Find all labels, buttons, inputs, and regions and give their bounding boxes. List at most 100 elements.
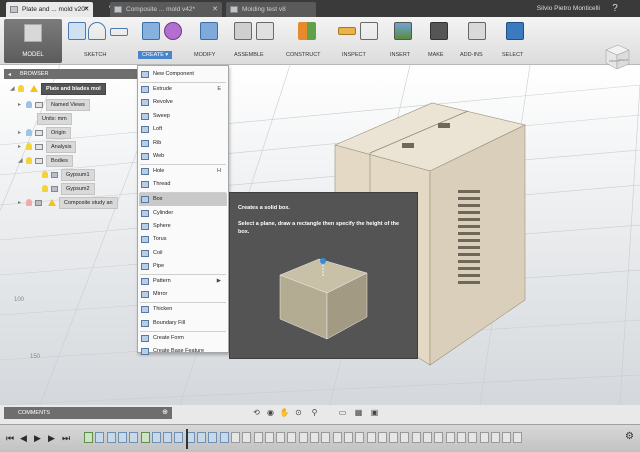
timeline-feature[interactable] (468, 432, 478, 443)
offset-plane-icon[interactable] (298, 22, 316, 40)
inspect-group[interactable]: INSPECT (336, 19, 384, 64)
play-icon[interactable]: ▶ (34, 432, 41, 445)
visibility-icon[interactable] (42, 171, 48, 179)
add-ins-group[interactable]: ADD-INS (460, 19, 500, 64)
timeline-feature[interactable] (490, 432, 500, 443)
browser-item-units[interactable]: Units: mm (26, 113, 72, 125)
browser-item-bodies[interactable]: ◢ Bodies (18, 155, 73, 167)
timeline-feature[interactable] (411, 432, 421, 443)
menu-item-mirror[interactable]: Mirror (139, 288, 227, 301)
close-tab-icon[interactable]: ✕ (212, 2, 218, 17)
zoom-window-icon[interactable]: ⚲ (308, 406, 321, 420)
menu-item-create-form[interactable]: Create Form (139, 332, 227, 345)
browser-item-origin[interactable]: ▸ Origin (18, 127, 71, 139)
workspace-switcher[interactable]: MODEL (4, 19, 62, 63)
timeline-feature[interactable] (298, 432, 308, 443)
timeline-feature[interactable] (276, 432, 286, 443)
timeline-feature[interactable] (230, 432, 240, 443)
arc-icon[interactable] (88, 22, 106, 40)
timeline-feature[interactable] (502, 432, 512, 443)
visibility-icon[interactable] (42, 185, 48, 193)
section-analysis-icon[interactable] (360, 22, 378, 40)
timeline-feature[interactable] (264, 432, 274, 443)
timeline-feature[interactable] (219, 432, 229, 443)
create-group[interactable]: CREATE ▾ (136, 19, 188, 64)
select-arrow-icon[interactable] (506, 22, 524, 40)
close-tab-icon[interactable]: ✕ (84, 2, 90, 17)
menu-item-new-component[interactable]: New Component (139, 68, 227, 81)
modify-group[interactable]: MODIFY (192, 19, 226, 64)
timeline-feature[interactable] (242, 432, 252, 443)
measure-icon[interactable] (338, 27, 356, 35)
joint-icon[interactable] (234, 22, 252, 40)
timeline-feature[interactable] (253, 432, 263, 443)
visibility-icon[interactable] (26, 143, 32, 151)
visibility-icon[interactable] (18, 85, 24, 93)
extrude-icon[interactable] (142, 22, 160, 40)
menu-item-thicken[interactable]: Thicken (139, 303, 227, 316)
menu-item-pipe[interactable]: Pipe (139, 260, 227, 273)
orbit-icon[interactable]: ⟲ (250, 406, 263, 420)
visibility-icon[interactable] (26, 199, 32, 207)
timeline-feature[interactable] (84, 432, 93, 443)
browser-root[interactable]: ◢ Plate and blades mol (10, 83, 106, 95)
go-to-end-icon[interactable]: ⏭ (62, 432, 70, 445)
timeline-feature[interactable] (343, 432, 353, 443)
tab-plate-and-mold[interactable]: Plate and ... mold v20* ✕ (6, 2, 94, 17)
go-to-start-icon[interactable]: ⏮ (6, 432, 14, 445)
timeline-feature[interactable] (423, 432, 432, 443)
menu-item-box[interactable]: Box (139, 193, 227, 207)
menu-item-thread[interactable]: Thread (139, 178, 227, 191)
menu-item-create-base-feature[interactable]: Create Base Feature (139, 345, 227, 358)
select-group[interactable]: SELECT (500, 19, 534, 64)
browser-item-composite-study[interactable]: ▸ Composite study an (18, 197, 118, 209)
timeline-feature[interactable] (174, 432, 184, 443)
menu-item-coil[interactable]: Coil (139, 247, 227, 260)
display-settings-icon[interactable]: ▭ (336, 406, 349, 420)
browser-item-analysis[interactable]: ▸ Analysis (18, 141, 77, 153)
pan-icon[interactable]: ✋ (278, 406, 291, 420)
browser-item-named-views[interactable]: ▸ Named Views (18, 99, 90, 111)
expand-icon[interactable]: ◢ (10, 84, 18, 94)
browser-item-gypsum2[interactable]: Gypsum2 (42, 183, 95, 195)
rigid-group-icon[interactable] (256, 22, 274, 40)
comments-panel[interactable]: COMMENTS ⊕ (4, 407, 172, 419)
sketch-icon[interactable] (68, 22, 86, 40)
timeline-feature[interactable] (456, 432, 466, 443)
visibility-icon[interactable] (26, 129, 32, 137)
timeline-feature[interactable] (400, 432, 410, 443)
timeline-feature[interactable] (321, 432, 331, 443)
menu-item-pattern[interactable]: Pattern ▶ (139, 275, 227, 288)
assemble-group[interactable]: ASSEMBLE (232, 19, 278, 64)
help-icon[interactable]: ? (608, 2, 622, 15)
timeline-feature[interactable] (95, 432, 105, 443)
timeline-feature[interactable] (208, 432, 218, 443)
menu-item-cylinder[interactable]: Cylinder (139, 207, 227, 220)
timeline-feature[interactable] (366, 432, 376, 443)
create-menu-button[interactable]: CREATE ▾ (138, 51, 173, 59)
timeline-feature[interactable] (151, 432, 161, 443)
construct-group[interactable]: CONSTRUCT (286, 19, 336, 64)
3d-print-icon[interactable] (430, 22, 448, 40)
step-back-icon[interactable]: ◀ (20, 432, 27, 445)
timeline-feature[interactable] (106, 432, 116, 443)
menu-item-web[interactable]: Web (139, 150, 227, 163)
timeline-feature[interactable] (310, 432, 319, 443)
timeline-marker[interactable] (186, 429, 188, 449)
timeline-feature[interactable] (129, 432, 139, 443)
rectangle-icon[interactable] (110, 28, 128, 36)
timeline-feature[interactable] (434, 432, 444, 443)
press-pull-icon[interactable] (200, 22, 218, 40)
scripts-icon[interactable] (468, 22, 486, 40)
timeline-feature[interactable] (163, 432, 173, 443)
timeline-feature[interactable] (287, 432, 297, 443)
timeline-feature[interactable] (355, 432, 365, 443)
timeline-feature[interactable] (332, 432, 342, 443)
insert-image-icon[interactable] (394, 22, 412, 40)
form-icon[interactable] (164, 22, 182, 40)
menu-item-loft[interactable]: Loft (139, 123, 227, 136)
menu-item-torus[interactable]: Torus (139, 233, 227, 246)
visibility-icon[interactable] (26, 157, 32, 165)
browser-header[interactable]: ◂ BROWSER (4, 69, 149, 79)
menu-item-boundary-fill[interactable]: Boundary Fill (139, 317, 227, 330)
